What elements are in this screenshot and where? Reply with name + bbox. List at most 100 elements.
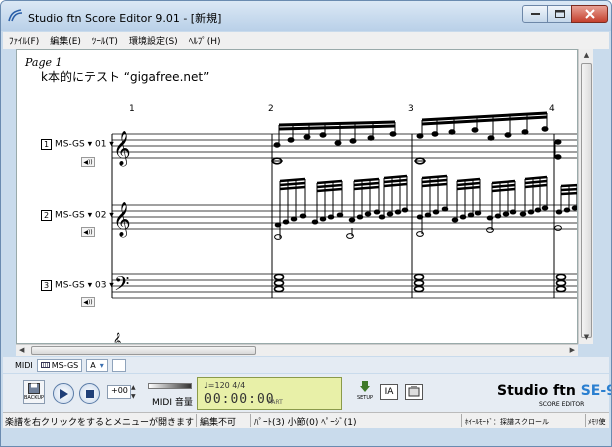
staff-lines <box>112 133 577 299</box>
score-notation: 1 2 3 4 𝄞 𝄞 𝄢 𝄞 <box>111 104 577 344</box>
status-edit-state: 編集不可 <box>200 418 237 428</box>
chevron-down-icon: ▾ <box>99 360 104 370</box>
clipboard-icon <box>408 386 420 397</box>
track-instrument-select[interactable]: MS-GS ▾ 02 ▾ <box>55 211 114 221</box>
menu-edit[interactable]: 編集(E) <box>50 34 81 47</box>
part-display: PART <box>268 399 283 406</box>
status-position: ﾊﾟｰﾄ(3) 小節(0) ﾍﾟｰｼﾞ(1) <box>254 418 357 428</box>
status-divider <box>461 414 462 427</box>
track-instrument-select[interactable]: MS-GS ▾ 01 ▾ <box>55 140 114 150</box>
close-icon <box>584 9 595 19</box>
horizontal-scrollbar[interactable]: ◀ ▶ <box>16 344 578 356</box>
midi-port-tab[interactable]: MS-GS <box>36 358 83 372</box>
transpose-stepper[interactable]: ▲ ▼ <box>131 383 141 401</box>
track-number[interactable]: 3 <box>41 280 52 291</box>
measure-number: 1 <box>129 104 135 114</box>
speaker-icon[interactable]: ◀)) <box>81 297 95 307</box>
blank-tab[interactable] <box>111 358 126 372</box>
backup-button[interactable]: BACKUP <box>23 380 45 404</box>
menu-tools[interactable]: ﾂｰﾙ(T) <box>92 34 118 47</box>
speaker-icon[interactable]: ◀)) <box>81 157 95 167</box>
play-button[interactable] <box>53 383 74 404</box>
measure-4-track-1 <box>554 139 562 160</box>
status-hint: 楽譜を右クリックをするとメニューが開きます <box>5 418 195 428</box>
midi-volume-label: MIDI 音量 <box>152 398 193 408</box>
window-title: Studio ftn Score Editor 9.01 - [新規] <box>28 12 222 25</box>
tempo-display: ♩=120 4/4 <box>204 381 246 390</box>
midi-channel-label: A <box>90 360 96 370</box>
close-button[interactable] <box>571 5 608 23</box>
measure-number: 4 <box>549 104 555 114</box>
play-icon <box>60 388 68 399</box>
transport-toolbar: BACKUP +00 ▲ ▼ MIDI 音量 ♩=120 4/4 00:00:00… <box>3 374 611 412</box>
logo-version: SE-9 <box>580 383 611 399</box>
clipboard-button[interactable] <box>405 384 423 400</box>
track-2-panel[interactable]: 2 MS-GS ▾ 02 ▾ <box>41 210 114 221</box>
score-canvas[interactable]: Page 1 k本的にテスト “gigafree.net” 1 2 3 4 𝄞 … <box>16 49 578 344</box>
midi-channel-select[interactable]: A ▾ <box>86 358 108 372</box>
scroll-down-icon[interactable]: ▼ <box>582 333 591 342</box>
track-number[interactable]: 2 <box>41 210 52 221</box>
track-3-panel[interactable]: 3 MS-GS ▾ 03 ▾ <box>41 280 114 291</box>
lcd-display: ♩=120 4/4 00:00:00 PART <box>197 377 342 410</box>
track-1-panel[interactable]: 1 MS-GS ▾ 01 ▾ <box>41 139 114 150</box>
measure-2-track-2 <box>274 174 409 240</box>
midi-label: MIDI <box>15 360 33 370</box>
measure-4-track-2 <box>554 183 577 231</box>
menu-settings[interactable]: 環境設定(S) <box>129 34 178 47</box>
app-icon <box>8 9 23 22</box>
status-divider <box>196 414 197 427</box>
ia-button[interactable]: IA <box>380 384 398 400</box>
scroll-thumb[interactable] <box>31 346 256 355</box>
stop-button[interactable] <box>79 383 100 404</box>
logo-main: Studio ftn <box>497 383 581 399</box>
status-divider <box>250 414 251 427</box>
time-display: 00:00:00 <box>204 392 275 407</box>
vertical-scrollbar[interactable]: ▲ ▼ <box>578 49 593 344</box>
app-window: Studio ftn Score Editor 9.01 - [新規] ﾌｧｲﾙ… <box>0 0 612 447</box>
track-3-chords <box>273 273 567 293</box>
keyboard-icon <box>40 362 50 368</box>
status-bar: 楽譜を右クリックをするとメニューが開きます 編集不可 ﾊﾟｰﾄ(3) 小節(0)… <box>3 412 609 428</box>
clef-partial: 𝄞 <box>113 333 121 344</box>
treble-clef: 𝄞 <box>113 202 131 238</box>
track-instrument-select[interactable]: MS-GS ▾ 03 ▾ <box>55 281 114 291</box>
scroll-thumb[interactable] <box>581 63 592 338</box>
stepper-up-icon[interactable]: ▲ <box>131 384 136 391</box>
scroll-up-icon[interactable]: ▲ <box>582 51 591 60</box>
bass-clef: 𝄢 <box>114 272 129 300</box>
measure-number: 3 <box>408 104 414 114</box>
stop-icon <box>85 389 94 398</box>
scroll-left-icon[interactable]: ◀ <box>19 346 24 354</box>
setup-label: SETUP <box>356 395 374 401</box>
setup-button[interactable]: SETUP <box>355 381 375 405</box>
floppy-icon <box>28 383 40 394</box>
app-logo: Studio ftn SE-9 <box>497 383 611 399</box>
title-bar[interactable]: Studio ftn Score Editor 9.01 - [新規] <box>1 1 611 31</box>
midi-port-label: MS-GS <box>51 360 79 370</box>
menu-bar: ﾌｧｲﾙ(F) 編集(E) ﾂｰﾙ(T) 環境設定(S) ﾍﾙﾌﾟ(H) <box>3 32 609 49</box>
backup-label: BACKUP <box>24 395 45 401</box>
midi-volume-slider[interactable] <box>148 383 192 389</box>
minimize-button[interactable] <box>522 5 548 23</box>
status-wheel-mode: ﾎｲｰﾙﾓｰﾄﾞ：採譜スクロール <box>465 418 549 426</box>
menu-help[interactable]: ﾍﾙﾌﾟ(H) <box>189 34 221 47</box>
treble-clef: 𝄞 <box>113 131 131 167</box>
minimize-icon <box>530 13 540 15</box>
status-memory: ﾒﾓﾘ使 <box>588 418 606 426</box>
maximize-icon <box>554 10 565 18</box>
measure-2-track-1 <box>271 120 397 165</box>
midi-bar: MIDI MS-GS A ▾ <box>3 357 609 373</box>
menu-file[interactable]: ﾌｧｲﾙ(F) <box>9 34 39 47</box>
transpose-field[interactable]: +00 <box>107 385 131 399</box>
measure-number: 2 <box>268 104 274 114</box>
status-divider <box>585 414 586 427</box>
speaker-icon[interactable]: ◀)) <box>81 227 95 237</box>
logo-subtitle: SCORE EDITOR <box>539 401 585 408</box>
stepper-down-icon[interactable]: ▼ <box>131 393 136 400</box>
scroll-right-icon[interactable]: ▶ <box>570 346 575 354</box>
track-number[interactable]: 1 <box>41 139 52 150</box>
measure-3-track-1 <box>414 111 549 165</box>
maximize-button[interactable] <box>547 5 572 23</box>
measure-3-track-2 <box>416 174 549 237</box>
